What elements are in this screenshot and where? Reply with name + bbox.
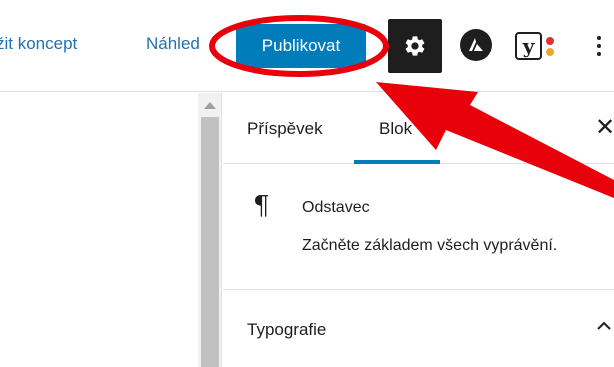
block-card: ¶ Odstavec Začněte základem všech vypráv… (223, 165, 614, 290)
publish-button[interactable]: Publikovat (236, 24, 366, 68)
block-description: Začněte základem všech vyprávění. (302, 237, 558, 254)
close-sidebar-button[interactable]: ✕ (595, 113, 614, 141)
scroll-up-arrow-icon[interactable] (204, 102, 216, 109)
editor-header-toolbar: žit koncept Náhled Publikovat y (0, 0, 614, 92)
tab-block[interactable]: Blok (379, 119, 412, 139)
astra-logo-icon (469, 38, 483, 51)
scrollbar-thumb[interactable] (201, 117, 219, 367)
gear-icon (405, 36, 425, 56)
yoast-readability-status-dot (546, 47, 554, 56)
active-tab-indicator (354, 160, 440, 164)
settings-sidebar: Příspěvek Blok ✕ ¶ Odstavec Začněte zákl… (223, 93, 614, 367)
more-options-button[interactable] (592, 30, 606, 62)
close-icon: ✕ (595, 113, 614, 141)
paragraph-icon: ¶ (253, 191, 270, 221)
tab-post[interactable]: Příspěvek (247, 119, 323, 139)
yoast-letter: y (522, 34, 535, 58)
yoast-seo-icon: y (515, 32, 542, 60)
editor-canvas[interactable] (0, 93, 198, 367)
block-title: Odstavec (302, 199, 370, 216)
yoast-seo-status-dot (546, 36, 554, 45)
yoast-status-dots (546, 36, 554, 56)
vertical-ellipsis-icon (597, 36, 601, 40)
preview-button[interactable]: Náhled (146, 34, 200, 54)
save-draft-button[interactable]: žit koncept (0, 34, 77, 54)
typography-panel-toggle[interactable]: Typografie (223, 291, 614, 367)
vertical-ellipsis-icon (597, 44, 601, 48)
yoast-seo-button[interactable]: y (515, 30, 555, 62)
panel-title: Typografie (247, 320, 327, 339)
sidebar-tabs: Příspěvek Blok ✕ (223, 93, 614, 164)
vertical-ellipsis-icon (597, 52, 601, 56)
chevron-up-icon (597, 321, 611, 330)
settings-button[interactable] (388, 19, 442, 73)
astra-plugin-button[interactable] (460, 29, 492, 61)
editor-scrollbar[interactable] (198, 93, 222, 367)
